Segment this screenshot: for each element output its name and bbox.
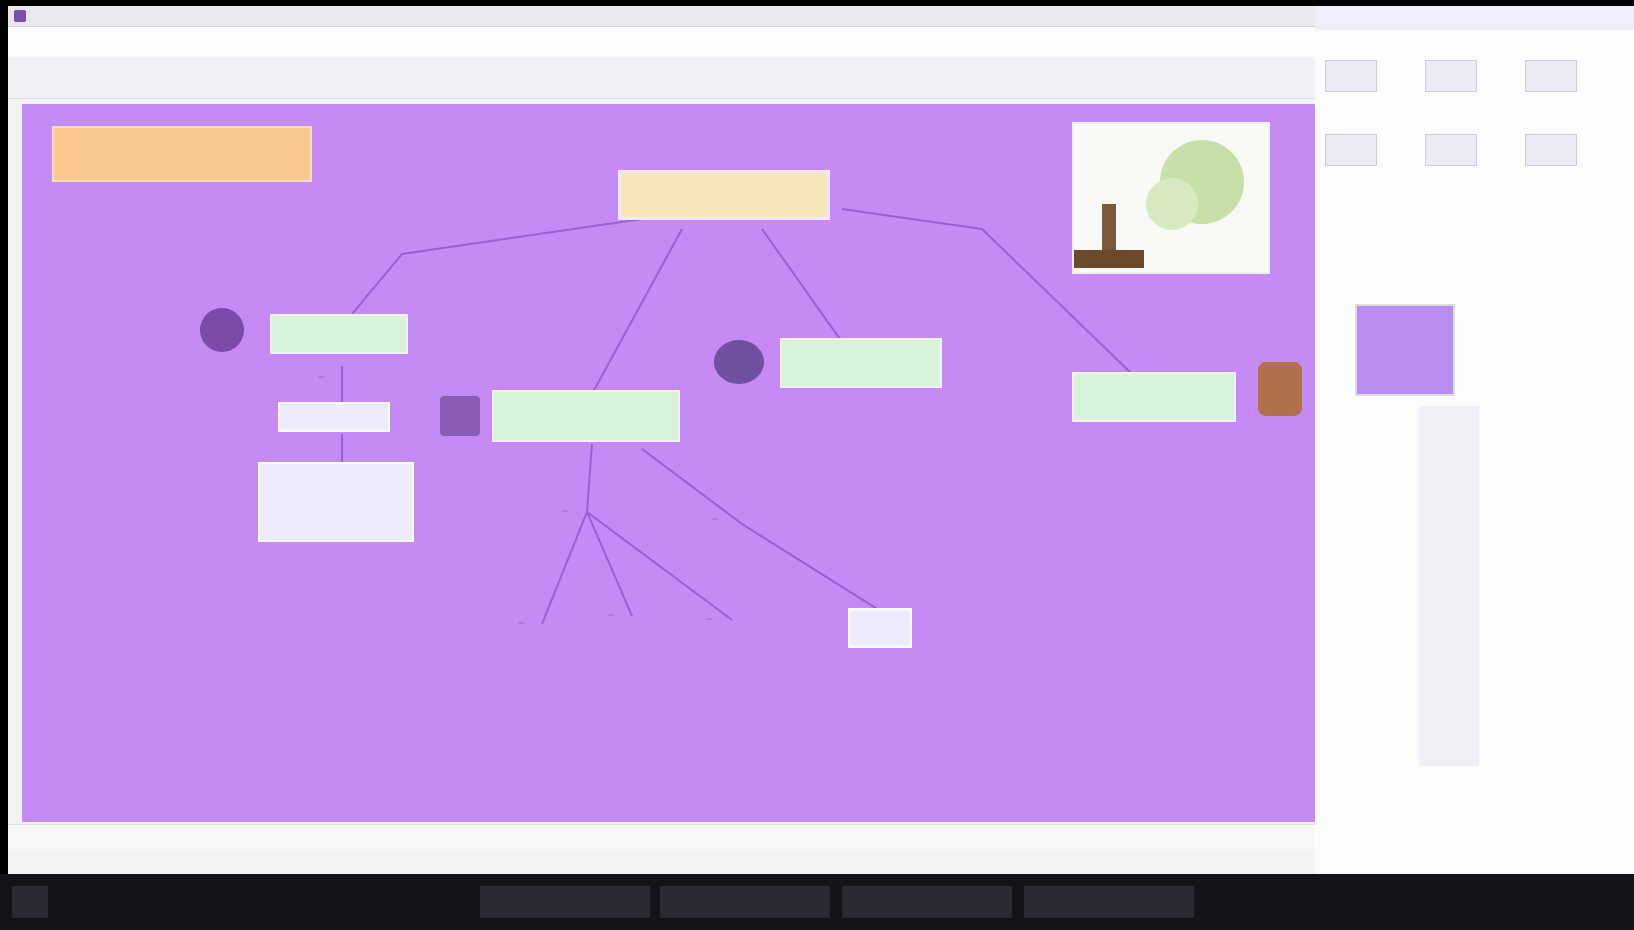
link-line — [586, 443, 593, 513]
concept-icon — [1258, 362, 1302, 416]
menu-bar[interactable] — [8, 27, 1374, 57]
link-label[interactable] — [712, 518, 718, 520]
styles-panel — [1315, 6, 1634, 874]
concept-icon — [200, 308, 244, 352]
link-label[interactable] — [608, 614, 614, 616]
panel-header — [1315, 6, 1634, 30]
sub-node[interactable] — [848, 608, 912, 648]
panel-button[interactable] — [1425, 60, 1477, 92]
link-label[interactable] — [518, 622, 524, 624]
color-preview[interactable] — [1355, 304, 1455, 396]
app-icon — [14, 10, 26, 22]
property-list[interactable] — [1419, 406, 1479, 766]
link-line — [841, 208, 983, 230]
sub-node[interactable] — [258, 462, 414, 542]
start-button[interactable] — [12, 886, 48, 918]
taskbar-item[interactable] — [1024, 886, 1194, 918]
note-box[interactable] — [52, 126, 312, 182]
link-line — [741, 523, 883, 613]
panel-button[interactable] — [1525, 60, 1577, 92]
sub-node[interactable] — [278, 402, 390, 432]
tree-icon — [1074, 140, 1244, 268]
link-line — [401, 218, 643, 255]
link-label[interactable] — [706, 618, 712, 620]
panel-button[interactable] — [1325, 60, 1377, 92]
tree-image[interactable] — [1072, 122, 1270, 274]
toolbar — [8, 58, 1374, 99]
root-concept[interactable] — [618, 170, 830, 220]
taskbar-item[interactable] — [660, 886, 830, 918]
link-line — [351, 253, 403, 315]
concept-node[interactable] — [1072, 372, 1236, 422]
link-line — [541, 511, 588, 625]
link-line — [586, 511, 733, 621]
taskbar-item[interactable] — [842, 886, 1012, 918]
link-line — [761, 228, 843, 343]
panel-button[interactable] — [1325, 134, 1377, 166]
panel-button[interactable] — [1425, 134, 1477, 166]
taskbar — [0, 874, 1634, 930]
concept-icon — [714, 340, 764, 384]
concept-node[interactable] — [492, 390, 680, 442]
concept-node[interactable] — [780, 338, 942, 388]
link-line — [591, 228, 683, 395]
concept-map-canvas[interactable] — [22, 104, 1422, 822]
link-label[interactable] — [318, 376, 324, 378]
concept-icon — [440, 396, 480, 436]
panel-button[interactable] — [1525, 134, 1577, 166]
link-label[interactable] — [562, 510, 568, 512]
link-line — [641, 448, 743, 525]
taskbar-item[interactable] — [480, 886, 650, 918]
concept-node[interactable] — [270, 314, 408, 354]
